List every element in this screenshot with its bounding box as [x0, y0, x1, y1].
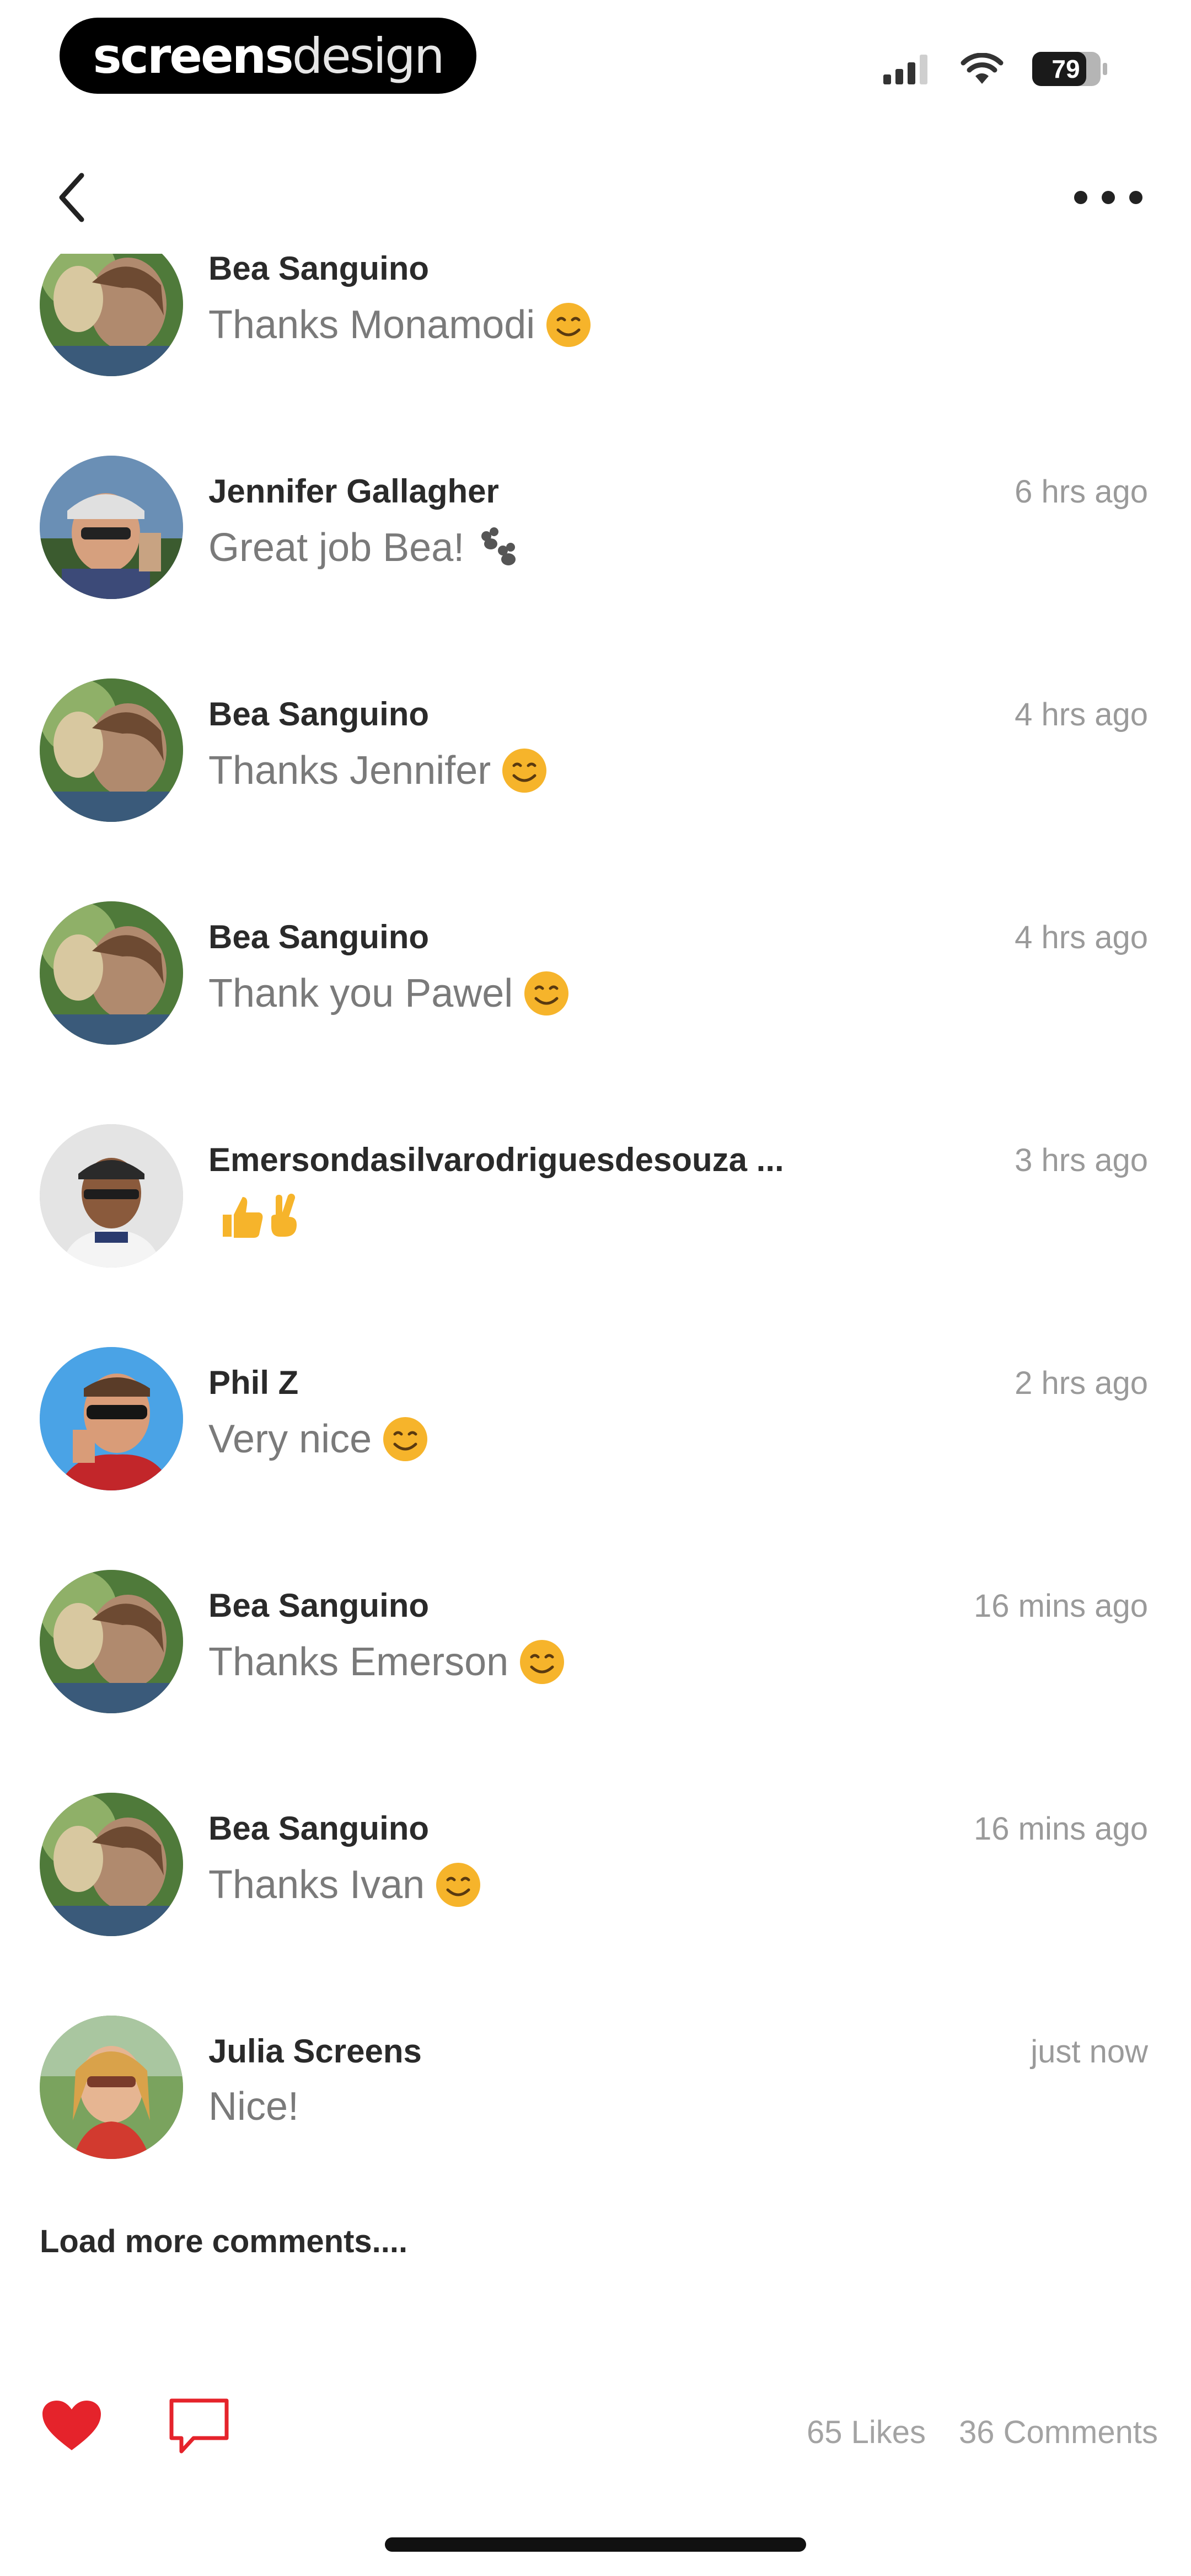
more-options-button[interactable]	[1064, 171, 1152, 226]
smile-emoji-icon	[382, 1415, 429, 1463]
comment-text: Thanks Emerson	[208, 1638, 566, 1686]
smile-emoji-icon	[518, 1638, 566, 1686]
smile-emoji-icon	[545, 301, 592, 349]
comment-author[interactable]: Bea Sanguino	[208, 918, 429, 956]
comment-timestamp: 4 hrs ago	[1015, 920, 1148, 955]
wifi-icon	[961, 53, 1004, 85]
comment-timestamp: 3 hrs ago	[1015, 1142, 1148, 1178]
action-bar: 65 Likes 36 Comments	[0, 2372, 1191, 2482]
avatar[interactable]	[40, 901, 183, 1045]
paws-emoji-icon	[474, 524, 522, 571]
comment-text: Great job Bea!	[208, 524, 522, 571]
signal-icon	[883, 54, 933, 84]
comment-item: Bea Sanguino 4 hrs ago Thanks Jennifer	[0, 639, 1191, 862]
likes-count[interactable]: 65 Likes	[807, 2414, 926, 2451]
smile-emoji-icon	[434, 1861, 482, 1909]
comment-body: Thanks Ivan	[208, 1863, 425, 1907]
comment-item: Bea Sanguino Thanks Monamodi	[0, 254, 1191, 416]
avatar[interactable]	[40, 1570, 183, 1713]
comment-timestamp: 16 mins ago	[974, 1811, 1148, 1847]
comment-body: Thanks Jennifer	[208, 749, 491, 793]
comment-button[interactable]	[163, 2392, 235, 2463]
battery-icon: 79	[1031, 51, 1108, 87]
comment-body: Thanks Monamodi	[208, 303, 535, 347]
more-horizontal-icon	[1072, 189, 1144, 209]
comment-icon	[166, 2396, 232, 2460]
avatar[interactable]	[40, 678, 183, 822]
home-indicator[interactable]	[385, 2537, 806, 2552]
comment-author[interactable]: Julia Screens	[208, 2032, 422, 2070]
comment-item: Jennifer Gallagher 6 hrs ago Great job Bea…	[0, 416, 1191, 639]
comment-author[interactable]: Jennifer Gallagher	[208, 472, 499, 510]
comment-text: Thanks Jennifer	[208, 747, 548, 794]
comment-timestamp: 4 hrs ago	[1015, 697, 1148, 733]
like-button[interactable]	[39, 2394, 105, 2460]
avatar[interactable]	[40, 254, 183, 376]
comment-item: Bea Sanguino 4 hrs ago Thank you Pawel	[0, 862, 1191, 1084]
comment-item: Phil Z 2 hrs ago Very nice	[0, 1307, 1191, 1530]
comment-timestamp: just now	[1031, 2034, 1148, 2070]
comment-text: Nice!	[208, 2084, 299, 2129]
comment-timestamp: 6 hrs ago	[1015, 474, 1148, 510]
brand-text-light: design	[292, 27, 445, 84]
avatar[interactable]	[40, 1347, 183, 1490]
nav-bar	[0, 154, 1191, 243]
brand-logo: screensdesign	[60, 18, 476, 94]
brand-text: screensdesign	[93, 27, 445, 84]
comment-author[interactable]: Bea Sanguino	[208, 254, 429, 287]
comment-author[interactable]: Phil Z	[208, 1364, 298, 1402]
comments-list: Bea Sanguino Thanks Monamodi Jennifer Gall…	[0, 254, 1191, 2195]
comment-body: Thanks Emerson	[208, 1640, 509, 1684]
comment-text: Very nice	[208, 1415, 429, 1463]
post-stats: 65 Likes 36 Comments	[807, 2414, 1158, 2451]
comment-body: Nice!	[208, 2085, 299, 2129]
back-button[interactable]	[44, 165, 99, 232]
status-bar: screensdesign 79	[0, 0, 1191, 121]
comment-text: Thank you Pawel	[208, 970, 570, 1017]
screen: screensdesign 79 Bea Sanguino Thanks Mon…	[0, 0, 1191, 2576]
brand-text-bold: screens	[93, 27, 293, 84]
avatar[interactable]	[40, 2016, 183, 2159]
battery-level: 79	[1051, 55, 1080, 83]
comment-body: Thank you Pawel	[208, 971, 513, 1016]
smile-emoji-icon	[501, 747, 548, 794]
comment-item: Bea Sanguino 16 mins ago Thanks Emerson	[0, 1530, 1191, 1753]
comment-text: Thanks Ivan	[208, 1861, 482, 1909]
comment-author[interactable]: Bea Sanguino	[208, 1809, 429, 1847]
comment-item: Bea Sanguino 16 mins ago Thanks Ivan	[0, 1753, 1191, 1976]
comment-body: Very nice	[208, 1417, 372, 1461]
comments-scroll[interactable]: Bea Sanguino Thanks Monamodi Jennifer Gall…	[0, 254, 1191, 2195]
comment-text	[208, 1193, 318, 1240]
load-more-comments-link[interactable]: Load more comments....	[40, 2223, 407, 2260]
status-icons: 79	[883, 44, 1108, 94]
comment-timestamp: 2 hrs ago	[1015, 1365, 1148, 1401]
comment-item: Julia Screens just now Nice!	[0, 1976, 1191, 2195]
thumbs-up-victory-emoji-icon	[218, 1193, 318, 1240]
avatar[interactable]	[40, 1793, 183, 1936]
comment-author[interactable]: Bea Sanguino	[208, 1586, 429, 1624]
avatar[interactable]	[40, 1124, 183, 1268]
comment-author[interactable]: Emersondasilvarodriguesdesouza ...	[208, 1141, 784, 1179]
comments-count[interactable]: 36 Comments	[959, 2414, 1158, 2451]
avatar[interactable]	[40, 456, 183, 599]
comment-item: Emersondasilvarodriguesdesouza ... 3 hrs …	[0, 1084, 1191, 1307]
comment-text: Thanks Monamodi	[208, 301, 592, 349]
comment-author[interactable]: Bea Sanguino	[208, 695, 429, 733]
comment-timestamp: 16 mins ago	[974, 1588, 1148, 1624]
comment-body: Great job Bea!	[208, 526, 465, 570]
heart-icon	[41, 2399, 102, 2455]
chevron-left-icon	[55, 171, 88, 227]
smile-emoji-icon	[523, 970, 570, 1017]
